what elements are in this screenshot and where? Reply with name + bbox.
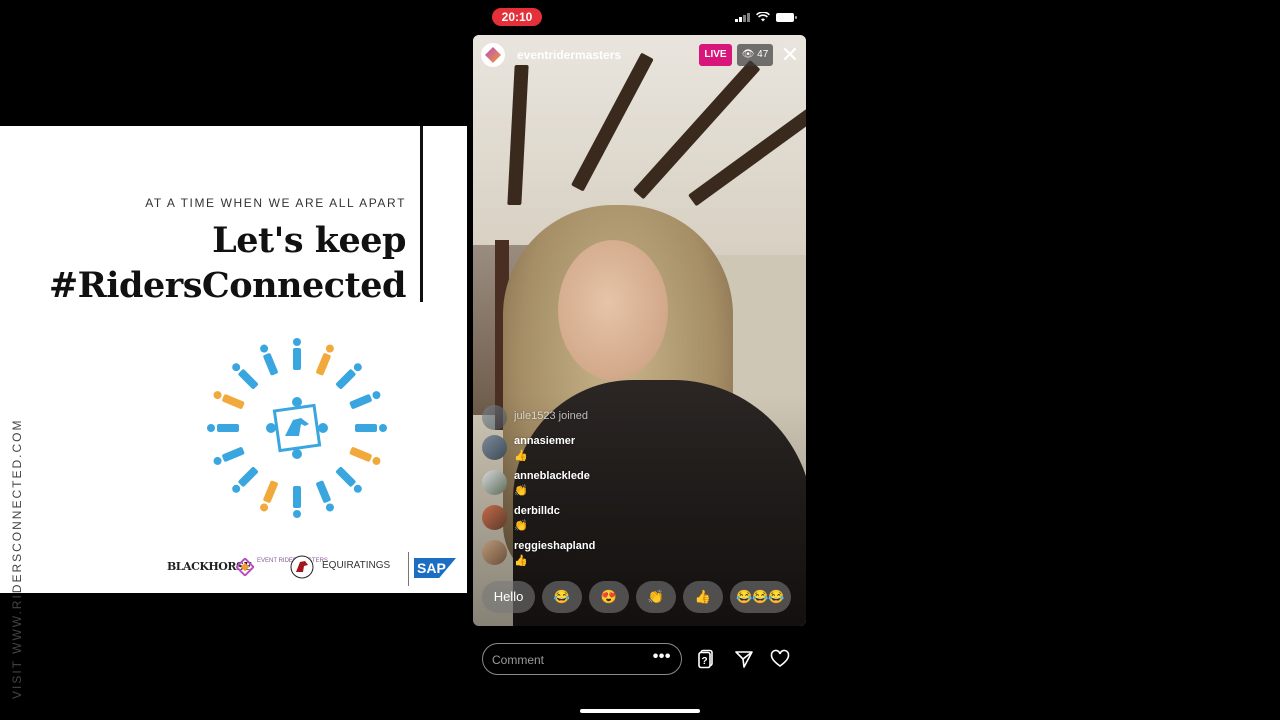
- status-time: 20:10: [492, 8, 542, 26]
- wifi-icon: [755, 12, 770, 22]
- person-figure-icon: [336, 467, 362, 493]
- quick-reply-bar: Hello 😂 😍 👏 👍 😂😂😂: [482, 581, 806, 613]
- comment-message: 👏: [514, 485, 528, 497]
- promo-headline: Let's keep #RidersConnected: [48, 218, 407, 308]
- status-icons: [735, 12, 797, 22]
- comment-username[interactable]: anneblacklede: [514, 470, 590, 482]
- comment-feed: jule1523 joined annasiemer 👍 anneblackle…: [482, 402, 722, 572]
- quick-reply-laugh[interactable]: 😂: [542, 581, 582, 613]
- person-figure-icon: [232, 467, 258, 493]
- comment-username[interactable]: reggieshapland: [514, 540, 595, 552]
- avatar[interactable]: [482, 540, 507, 565]
- person-figure-icon: [355, 424, 387, 432]
- sponsor-sap: SAP: [414, 558, 456, 578]
- erm-logo-icon: [485, 47, 501, 63]
- comment-item: derbilldc 👏: [482, 502, 722, 537]
- viewer-count[interactable]: 👁 47: [737, 44, 773, 66]
- avatar[interactable]: [482, 435, 507, 460]
- sponsor-logos: BLACKHORSE EVENT RIDER MASTERS EQUIRATIN…: [165, 550, 465, 586]
- comment-username[interactable]: annasiemer: [514, 435, 575, 447]
- person-figure-icon: [316, 480, 334, 512]
- host-avatar[interactable]: [481, 43, 505, 67]
- comment-username[interactable]: derbilldc: [514, 505, 560, 517]
- promo-visit-url: VISIT WWW.RIDERSCONNECTED.COM: [10, 418, 24, 699]
- host-username[interactable]: eventridermasters: [517, 48, 621, 62]
- comment-message: 👍: [514, 555, 528, 567]
- comment-input[interactable]: [490, 644, 644, 676]
- sponsor-equiratings: EQUIRATINGS: [322, 560, 391, 571]
- person-figure-icon: [207, 424, 239, 432]
- send-icon[interactable]: [733, 648, 755, 670]
- quick-reply-clap[interactable]: 👏: [636, 581, 676, 613]
- promo-headline-line2: #RidersConnected: [48, 265, 407, 306]
- comment-field-container: •••: [482, 643, 682, 676]
- join-notice: jule1523 joined: [514, 410, 589, 422]
- close-icon[interactable]: ✕: [780, 44, 800, 66]
- home-indicator[interactable]: [580, 709, 700, 713]
- person-figure-icon: [260, 344, 278, 376]
- live-video[interactable]: eventridermasters LIVE 👁 47 ✕ jule1523 j…: [473, 35, 806, 626]
- erm-logo-icon: [236, 558, 254, 576]
- comment-message: 👍: [514, 450, 528, 462]
- person-figure-icon: [336, 363, 362, 389]
- promo-kicker: AT A TIME WHEN WE ARE ALL APART: [145, 196, 406, 210]
- comment-item: reggieshapland 👍: [482, 537, 722, 572]
- quick-reply-triple-laugh[interactable]: 😂😂😂: [730, 581, 791, 613]
- promo-headline-line1: Let's keep: [212, 220, 406, 261]
- person-figure-icon: [349, 447, 381, 465]
- person-figure-icon: [213, 447, 245, 465]
- avatar[interactable]: [482, 470, 507, 495]
- quick-reply-thumbs-up[interactable]: 👍: [683, 581, 723, 613]
- riders-connected-promo: AT A TIME WHEN WE ARE ALL APART Let's ke…: [0, 126, 467, 699]
- cellular-signal-icon: [735, 12, 750, 22]
- person-figure-icon: [260, 480, 278, 512]
- question-card-icon[interactable]: ?: [695, 648, 717, 670]
- avatar[interactable]: [482, 505, 507, 530]
- eye-icon: 👁: [741, 49, 755, 60]
- more-options-button[interactable]: •••: [653, 644, 671, 674]
- person-figure-icon: [349, 391, 381, 409]
- comment-item: anneblacklede 👏: [482, 467, 722, 502]
- person-figure-icon: [316, 344, 334, 376]
- sponsor-separator: [408, 552, 409, 586]
- person-figure-icon: [293, 486, 301, 518]
- person-figure-icon: [213, 391, 245, 409]
- viewer-count-value: 47: [757, 49, 769, 60]
- comment-item: annasiemer 👍: [482, 432, 722, 467]
- video-person-face: [558, 240, 668, 380]
- comment-message: 👏: [514, 520, 528, 532]
- comment-item: jule1523 joined: [482, 402, 722, 432]
- svg-text:?: ?: [701, 656, 707, 667]
- live-badge: LIVE: [699, 44, 732, 66]
- person-figure-icon: [232, 363, 258, 389]
- promo-divider: [420, 126, 423, 302]
- avatar[interactable]: [482, 405, 507, 430]
- horse-badge-icon: [290, 555, 314, 579]
- quick-reply-hello[interactable]: Hello: [482, 581, 535, 613]
- riders-circle-emblem: [207, 338, 387, 518]
- battery-icon: [775, 12, 797, 22]
- quick-reply-heart-eyes[interactable]: 😍: [589, 581, 629, 613]
- person-figure-icon: [293, 338, 301, 370]
- heart-icon[interactable]: [769, 648, 791, 670]
